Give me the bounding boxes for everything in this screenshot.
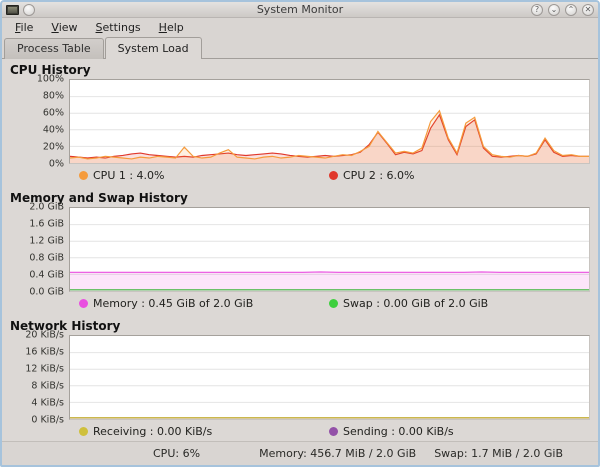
menu-file[interactable]: File xyxy=(6,19,42,36)
swap-legend-dot xyxy=(329,298,338,308)
cpu2-legend-dot xyxy=(329,170,338,180)
legend-item: Receiving : 0.00 KiB/s xyxy=(69,425,329,438)
system-load-panel: CPU History 100% 80% 60% 40% 20% 0% CPU 1 : 4… xyxy=(2,59,598,441)
help-button[interactable]: ? xyxy=(531,3,543,16)
cpu-history-title: CPU History xyxy=(10,63,91,77)
menu-settings[interactable]: Settings xyxy=(87,19,150,36)
maximize-button[interactable]: ⌃ xyxy=(565,3,577,16)
legend-item: CPU 1 : 4.0% xyxy=(69,169,329,182)
cpu1-legend-dot xyxy=(79,170,88,180)
axis-tick-label: 4 KiB/s xyxy=(31,397,64,409)
axis-tick-label: 0.8 GiB xyxy=(29,252,64,264)
menu-view[interactable]: View xyxy=(42,19,86,36)
axis-tick-label: 0 KiB/s xyxy=(31,414,64,426)
titlebar: System Monitor ? ⌄ ⌃ ✕ xyxy=(2,2,598,18)
axis-tick-label: 16 KiB/s xyxy=(25,346,64,358)
network-history-chart xyxy=(69,335,590,420)
axis-tick-label: 1.6 GiB xyxy=(29,218,64,230)
menu-help[interactable]: Help xyxy=(150,19,193,36)
memory-swap-title: Memory and Swap History xyxy=(10,191,188,205)
memory-legend-dot xyxy=(79,298,88,308)
axis-tick-label: 0% xyxy=(48,158,64,170)
tab-bar: Process Table System Load xyxy=(2,37,598,60)
memory-y-axis: 2.0 GiB 1.6 GiB 1.2 GiB 0.8 GiB 0.4 GiB 0.0 G… xyxy=(10,202,69,298)
status-cpu: CPU: 6% xyxy=(153,447,201,460)
receiving-legend-label: Receiving : 0.00 KiB/s xyxy=(93,424,213,438)
cpu-legend: CPU 1 : 4.0% CPU 2 : 6.0% xyxy=(69,164,590,186)
axis-tick-label: 12 KiB/s xyxy=(25,363,64,375)
sticky-button[interactable] xyxy=(23,3,35,16)
axis-tick-label: 2.0 GiB xyxy=(29,201,64,213)
network-y-axis: 20 KiB/s 16 KiB/s 12 KiB/s 8 KiB/s 4 KiB/s 0 … xyxy=(10,330,69,426)
memory-swap-chart xyxy=(69,207,590,292)
cpu2-legend-label: CPU 2 : 6.0% xyxy=(343,168,415,182)
cpu1-legend-label: CPU 1 : 4.0% xyxy=(93,168,165,182)
axis-tick-label: 60% xyxy=(42,107,64,119)
axis-tick-label: 80% xyxy=(42,90,64,102)
close-button[interactable]: ✕ xyxy=(582,3,594,16)
legend-item: Sending : 0.00 KiB/s xyxy=(329,425,454,438)
axis-tick-label: 40% xyxy=(42,124,64,136)
app-icon[interactable] xyxy=(6,4,19,15)
axis-tick-label: 0.4 GiB xyxy=(29,269,64,281)
status-bar: CPU: 6% Memory: 456.7 MiB / 2.0 GiB Swap… xyxy=(2,441,598,465)
sending-legend-label: Sending : 0.00 KiB/s xyxy=(343,424,454,438)
menu-bar: File View Settings Help xyxy=(2,18,598,37)
axis-tick-label: 1.2 GiB xyxy=(29,235,64,247)
window-title: System Monitor xyxy=(256,3,344,16)
memory-swap-section: Memory and Swap History 2.0 GiB 1.6 GiB 1.… xyxy=(10,189,590,314)
sending-legend-dot xyxy=(329,426,338,436)
tab-system-load[interactable]: System Load xyxy=(104,37,202,60)
network-legend: Receiving : 0.00 KiB/s Sending : 0.00 Ki… xyxy=(69,420,590,441)
axis-tick-label: 8 KiB/s xyxy=(31,380,64,392)
memory-legend-label: Memory : 0.45 GiB of 2.0 GiB xyxy=(93,296,254,310)
cpu-history-section: CPU History 100% 80% 60% 40% 20% 0% CPU 1 : 4… xyxy=(10,61,590,186)
status-swap: Swap: 1.7 MiB / 2.0 GiB xyxy=(434,447,563,460)
cpu-history-chart xyxy=(69,79,590,164)
legend-item: Memory : 0.45 GiB of 2.0 GiB xyxy=(69,297,329,310)
system-monitor-window: System Monitor ? ⌄ ⌃ ✕ File View Setting… xyxy=(0,0,600,467)
axis-tick-label: 0.0 GiB xyxy=(29,286,64,298)
network-history-section: Network History 20 KiB/s 16 KiB/s 12 KiB/s… xyxy=(10,317,590,441)
minimize-button[interactable]: ⌄ xyxy=(548,3,560,16)
axis-tick-label: 100% xyxy=(36,73,64,85)
axis-tick-label: 20 KiB/s xyxy=(25,329,64,341)
tab-process-table[interactable]: Process Table xyxy=(4,38,104,59)
axis-tick-label: 20% xyxy=(42,141,64,153)
status-memory: Memory: 456.7 MiB / 2.0 GiB xyxy=(259,447,417,460)
legend-item: Swap : 0.00 GiB of 2.0 GiB xyxy=(329,297,488,310)
legend-item: CPU 2 : 6.0% xyxy=(329,169,415,182)
swap-legend-label: Swap : 0.00 GiB of 2.0 GiB xyxy=(343,296,489,310)
memory-legend: Memory : 0.45 GiB of 2.0 GiB Swap : 0.00… xyxy=(69,292,590,314)
receiving-legend-dot xyxy=(79,426,88,436)
network-history-title: Network History xyxy=(10,319,121,333)
cpu-y-axis: 100% 80% 60% 40% 20% 0% xyxy=(10,74,69,170)
